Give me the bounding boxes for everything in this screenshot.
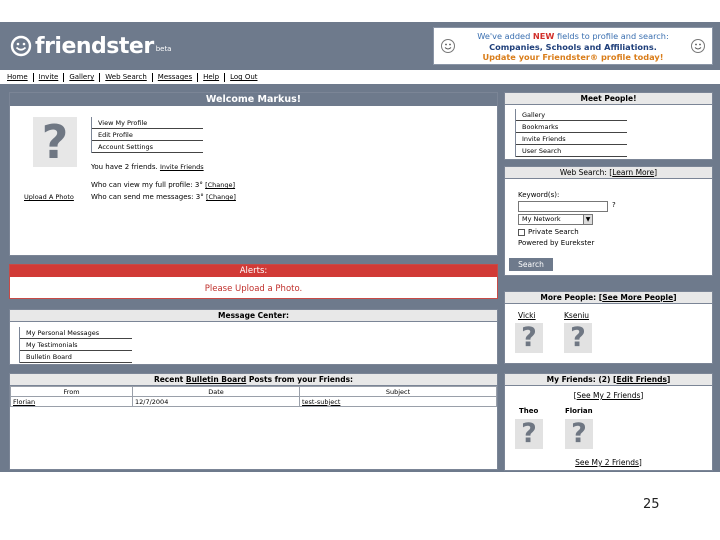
message-center-menu: My Personal Messages My Testimonials Bul… xyxy=(19,327,132,363)
menu-personal-messages[interactable]: My Personal Messages xyxy=(20,327,132,339)
menu-bookmarks[interactable]: Bookmarks xyxy=(516,121,627,133)
edit-friends-link[interactable]: Edit Friends xyxy=(616,375,666,384)
main-nav: Home Invite Gallery Web Search Messages … xyxy=(0,70,720,84)
friends-count-line: You have 2 friends. Invite Friends xyxy=(91,163,204,171)
friends-count-text: You have 2 friends. xyxy=(91,163,158,171)
welcome-panel: Welcome Markus! ? Upload A Photo View My… xyxy=(9,92,498,256)
slide-page-number: 25 xyxy=(643,497,660,512)
search-engine-value: My Network xyxy=(522,215,561,223)
smiley-icon xyxy=(691,39,705,53)
keyword-label: Keyword(s): xyxy=(518,191,560,199)
message-center-title: Message Center: xyxy=(10,310,497,322)
menu-account-settings[interactable]: Account Settings xyxy=(92,141,203,153)
profile-update-banner[interactable]: We've added NEW fields to profile and se… xyxy=(433,27,713,65)
message-center-panel: Message Center: My Personal Messages My … xyxy=(9,309,498,365)
person-name[interactable]: Vicki xyxy=(518,311,536,320)
nav-invite[interactable]: Invite xyxy=(34,73,64,81)
search-button[interactable]: Search xyxy=(509,258,553,271)
private-search-checkbox[interactable] xyxy=(518,228,525,236)
change-messaging-link[interactable]: [Change] xyxy=(206,193,236,201)
nav-gallery[interactable]: Gallery xyxy=(64,73,99,81)
menu-bulletin-board[interactable]: Bulletin Board xyxy=(20,351,132,363)
logo-wordmark: friendster xyxy=(35,33,154,59)
recent-posts-panel: Recent Bulletin Board Posts from your Fr… xyxy=(9,373,498,470)
col-date: Date xyxy=(132,386,300,397)
my-friends-panel: My Friends: (2) [Edit Friends] [See My 2… xyxy=(504,373,713,471)
banner-line-1: We've added NEW fields to profile and se… xyxy=(477,31,669,41)
posts-table: From Date Subject Florian 12/7/2004 test… xyxy=(10,386,497,407)
more-people-title: More People: [See More People] xyxy=(505,292,712,304)
chevron-down-icon[interactable]: ▼ xyxy=(583,215,592,224)
profile-visibility-line: Who can view my full profile: 3° [Change… xyxy=(91,181,235,189)
friend-name[interactable]: Theo xyxy=(519,407,538,415)
posts-header-row: From Date Subject xyxy=(10,386,497,397)
banner-line-2: Companies, Schools and Affiliations. xyxy=(489,41,657,52)
friend-photo-placeholder[interactable]: ? xyxy=(515,419,543,449)
see-friends-line-top: [See My 2 Friends] xyxy=(573,391,644,400)
friend-photo-placeholder[interactable]: ? xyxy=(565,419,593,449)
messaging-permission-line: Who can send me messages: 3° [Change] xyxy=(91,193,236,201)
table-row: Florian 12/7/2004 test-subject xyxy=(10,396,497,407)
meet-people-title: Meet People! xyxy=(505,93,712,105)
profile-visibility-text: Who can view my full profile: 3° xyxy=(91,181,203,189)
menu-user-search[interactable]: User Search xyxy=(516,145,627,157)
person-photo-placeholder[interactable]: ? xyxy=(515,323,543,353)
beta-label: beta xyxy=(155,45,172,53)
invite-friends-link[interactable]: Invite Friends xyxy=(160,163,204,171)
web-search-panel: Web Search: [Learn More] Keyword(s): ? M… xyxy=(504,166,713,276)
alerts-panel: Alerts: Please Upload a Photo. xyxy=(9,264,498,299)
upload-photo-link[interactable]: Upload A Photo xyxy=(24,193,74,201)
see-more-people-link[interactable]: See More People xyxy=(602,293,673,302)
powered-by-label: Powered by Eurekster xyxy=(518,239,595,247)
welcome-title: Welcome Markus! xyxy=(10,93,497,106)
person-photo-placeholder[interactable]: ? xyxy=(564,323,592,353)
col-subject: Subject xyxy=(299,386,497,397)
alert-message[interactable]: Please Upload a Photo. xyxy=(10,284,497,294)
nav-web-search[interactable]: Web Search xyxy=(100,73,152,81)
nav-messages[interactable]: Messages xyxy=(153,73,197,81)
web-search-title: Web Search: [Learn More] xyxy=(505,167,712,179)
friendster-logo[interactable]: friendster beta xyxy=(10,33,171,59)
menu-view-profile[interactable]: View My Profile xyxy=(92,117,203,129)
search-help-icon[interactable]: ? xyxy=(612,201,616,209)
change-visibility-link[interactable]: [Change] xyxy=(205,181,235,189)
see-friends-link[interactable]: See My 2 Friends xyxy=(577,391,641,400)
nav-home[interactable]: Home xyxy=(0,73,33,81)
private-search-option: Private Search xyxy=(518,228,579,236)
keyword-input[interactable] xyxy=(518,201,608,212)
post-subject[interactable]: test-subject xyxy=(299,396,497,407)
menu-testimonials[interactable]: My Testimonials xyxy=(20,339,132,351)
menu-invite-friends[interactable]: Invite Friends xyxy=(516,133,627,145)
nav-log-out[interactable]: Log Out xyxy=(225,73,262,81)
profile-photo-placeholder: ? xyxy=(33,117,77,167)
recent-posts-title: Recent Bulletin Board Posts from your Fr… xyxy=(10,374,497,386)
friend-name[interactable]: Florian xyxy=(565,407,593,415)
person-name[interactable]: Kseniu xyxy=(564,311,589,320)
menu-gallery[interactable]: Gallery xyxy=(516,109,627,121)
learn-more-link[interactable]: Learn More xyxy=(612,168,654,177)
menu-edit-profile[interactable]: Edit Profile xyxy=(92,129,203,141)
smiley-logo-icon xyxy=(10,35,32,57)
more-people-panel: More People: [See More People] Vicki ? K… xyxy=(504,291,713,364)
banner-line-3: Update your Friendster® profile today! xyxy=(482,52,664,62)
profile-menu: View My Profile Edit Profile Account Set… xyxy=(91,117,203,153)
private-search-label: Private Search xyxy=(528,228,579,236)
nav-help[interactable]: Help xyxy=(198,73,224,81)
alerts-title: Alerts: xyxy=(10,265,497,277)
bulletin-board-link[interactable]: Bulletin Board xyxy=(186,375,246,384)
meet-people-panel: Meet People! Gallery Bookmarks Invite Fr… xyxy=(504,92,713,160)
my-friends-title: My Friends: (2) [Edit Friends] xyxy=(505,374,712,386)
see-friends-link[interactable]: See My 2 Friends xyxy=(575,458,639,467)
smiley-icon xyxy=(441,39,455,53)
messaging-permission-text: Who can send me messages: 3° xyxy=(91,193,204,201)
search-engine-select[interactable]: My Network ▼ xyxy=(518,214,593,225)
meet-people-menu: Gallery Bookmarks Invite Friends User Se… xyxy=(515,109,627,157)
post-date: 12/7/2004 xyxy=(132,396,300,407)
col-from: From xyxy=(10,386,133,397)
see-friends-line-bottom: See My 2 Friends] xyxy=(575,458,642,467)
post-from[interactable]: Florian xyxy=(10,396,133,407)
